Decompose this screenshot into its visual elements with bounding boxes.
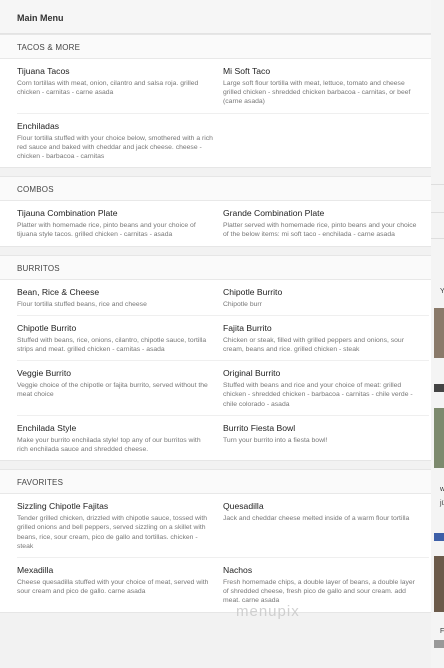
menu-item[interactable]: Mexadilla Cheese quesadilla stuffed with… xyxy=(17,558,223,612)
item-description: Corn tortillas with meat, onion, cilantr… xyxy=(17,80,199,97)
item-name: Chipotle Burrito xyxy=(17,322,77,333)
thumbnail-image[interactable] xyxy=(434,308,444,358)
item-description: Jack and cheddar cheese melted inside of… xyxy=(223,515,410,523)
adjacent-content-rail xyxy=(431,0,444,668)
item-name: Veggie Burrito xyxy=(17,368,71,379)
item-description: Make your burrito enchilada style! top a… xyxy=(17,436,201,454)
item-description: Flour tortilla stuffed with your choice … xyxy=(17,134,213,161)
menu-title: Main Menu xyxy=(0,0,431,34)
section-tacos-and-more: TACOS & MORE Tijuana Tacos Corn tortilla… xyxy=(0,34,431,169)
item-name: Mi Soft Taco xyxy=(223,66,271,76)
menu-item[interactable]: Original Burrito Stuffed with beans and … xyxy=(223,361,429,416)
item-description: Turn your burrito into a fiesta bowl! xyxy=(223,436,328,444)
item-description: Tender grilled chicken, drizzled with ch… xyxy=(17,515,208,550)
rail-text: w xyxy=(440,486,444,493)
thumbnail-image[interactable] xyxy=(434,640,444,648)
menu-item[interactable]: Burrito Fiesta Bowl Turn your burrito in… xyxy=(223,416,429,460)
menu-item[interactable]: Tijauna Combination Plate Platter with h… xyxy=(17,201,223,245)
section-burritos: BURRITOS Bean, Rice & Cheese Flour torti… xyxy=(0,254,431,462)
thumbnail-image[interactable] xyxy=(434,384,444,392)
menu-panel: Main Menu TACOS & MORE Tijuana Tacos Cor… xyxy=(0,0,431,668)
item-description: Platter served with homemade rice, pinto… xyxy=(223,222,417,239)
thumbnail-image[interactable] xyxy=(434,408,444,468)
menu-item[interactable]: Chipotle Burrito Stuffed with beans, ric… xyxy=(17,316,223,362)
rail-text: Y xyxy=(440,288,444,295)
item-name: Mexadilla xyxy=(17,565,54,576)
menu-item[interactable]: Mi Soft Taco Large soft flour tortilla w… xyxy=(223,59,429,114)
section-title: TACOS & MORE xyxy=(0,35,431,59)
menu-item[interactable]: Sizzling Chipotle Fajitas Tender grilled… xyxy=(17,494,223,559)
menu-item[interactable]: Nachos Fresh homemade chips, a double la… xyxy=(223,558,429,612)
item-description: Chicken or steak, filled with grilled pe… xyxy=(223,336,404,354)
item-description: Chipotle burr xyxy=(223,300,262,308)
divider xyxy=(431,238,444,239)
rail-text: jü xyxy=(440,500,444,507)
item-name: Tijuana Tacos xyxy=(17,66,70,76)
section-title: BURRITOS xyxy=(0,255,431,280)
menu-item[interactable]: Bean, Rice & Cheese Flour tortilla stuff… xyxy=(17,280,223,316)
item-description: Flour tortilla stuffed beans, rice and c… xyxy=(17,300,147,308)
menu-item[interactable]: Enchilada Style Make your burrito enchil… xyxy=(17,416,223,460)
thumbnail-image[interactable] xyxy=(434,533,444,541)
thumbnail-image[interactable] xyxy=(434,556,444,612)
item-name: Nachos xyxy=(223,565,253,576)
menu-item[interactable]: Fajita Burrito Chicken or steak, filled … xyxy=(223,316,429,362)
item-description: Stuffed with beans, rice, onions, cilant… xyxy=(17,336,207,354)
item-name: Enchilada Style xyxy=(17,422,77,433)
item-name: Tijauna Combination Plate xyxy=(17,208,118,219)
item-name: Grande Combination Plate xyxy=(223,208,325,219)
item-description: Veggie choice of the chipotle or fajita … xyxy=(17,382,208,399)
item-description: Fresh homemade chips, a double layer of … xyxy=(223,579,415,605)
section-title: FAVORITES xyxy=(0,470,431,495)
item-name: Fajita Burrito xyxy=(223,322,272,333)
item-name: Sizzling Chipotle Fajitas xyxy=(17,501,109,512)
menu-item[interactable]: Enchiladas Flour tortilla stuffed with y… xyxy=(17,114,223,168)
item-name: Chipotle Burrito xyxy=(223,286,283,297)
item-description: Large soft flour tortilla with meat, let… xyxy=(223,80,411,106)
item-name: Enchiladas xyxy=(17,120,60,131)
divider xyxy=(431,212,444,213)
item-name: Bean, Rice & Cheese xyxy=(17,286,100,297)
item-name: Burrito Fiesta Bowl xyxy=(223,422,296,433)
menu-item[interactable]: Tijuana Tacos Corn tortillas with meat, … xyxy=(17,59,223,114)
menu-item[interactable]: Quesadilla Jack and cheddar cheese melte… xyxy=(223,494,429,559)
menu-item[interactable]: Chipotle Burrito Chipotle burr xyxy=(223,280,429,316)
item-description: Platter with homemade rice, pinto beans … xyxy=(17,222,196,239)
item-name: Quesadilla xyxy=(223,501,264,512)
item-description: Cheese quesadilla stuffed with your choi… xyxy=(17,579,209,596)
section-favorites: FAVORITES Sizzling Chipotle Fajitas Tend… xyxy=(0,469,431,613)
item-description: Stuffed with beans and rice and your cho… xyxy=(223,382,413,408)
divider xyxy=(431,184,444,185)
menu-item[interactable]: Veggie Burrito Veggie choice of the chip… xyxy=(17,361,223,416)
section-combos: COMBOS Tijauna Combination Plate Platter… xyxy=(0,176,431,247)
menu-item[interactable]: Grande Combination Plate Platter served … xyxy=(223,201,429,245)
section-title: COMBOS xyxy=(0,177,431,202)
rail-text: F xyxy=(440,628,444,635)
item-name: Original Burrito xyxy=(223,368,281,379)
